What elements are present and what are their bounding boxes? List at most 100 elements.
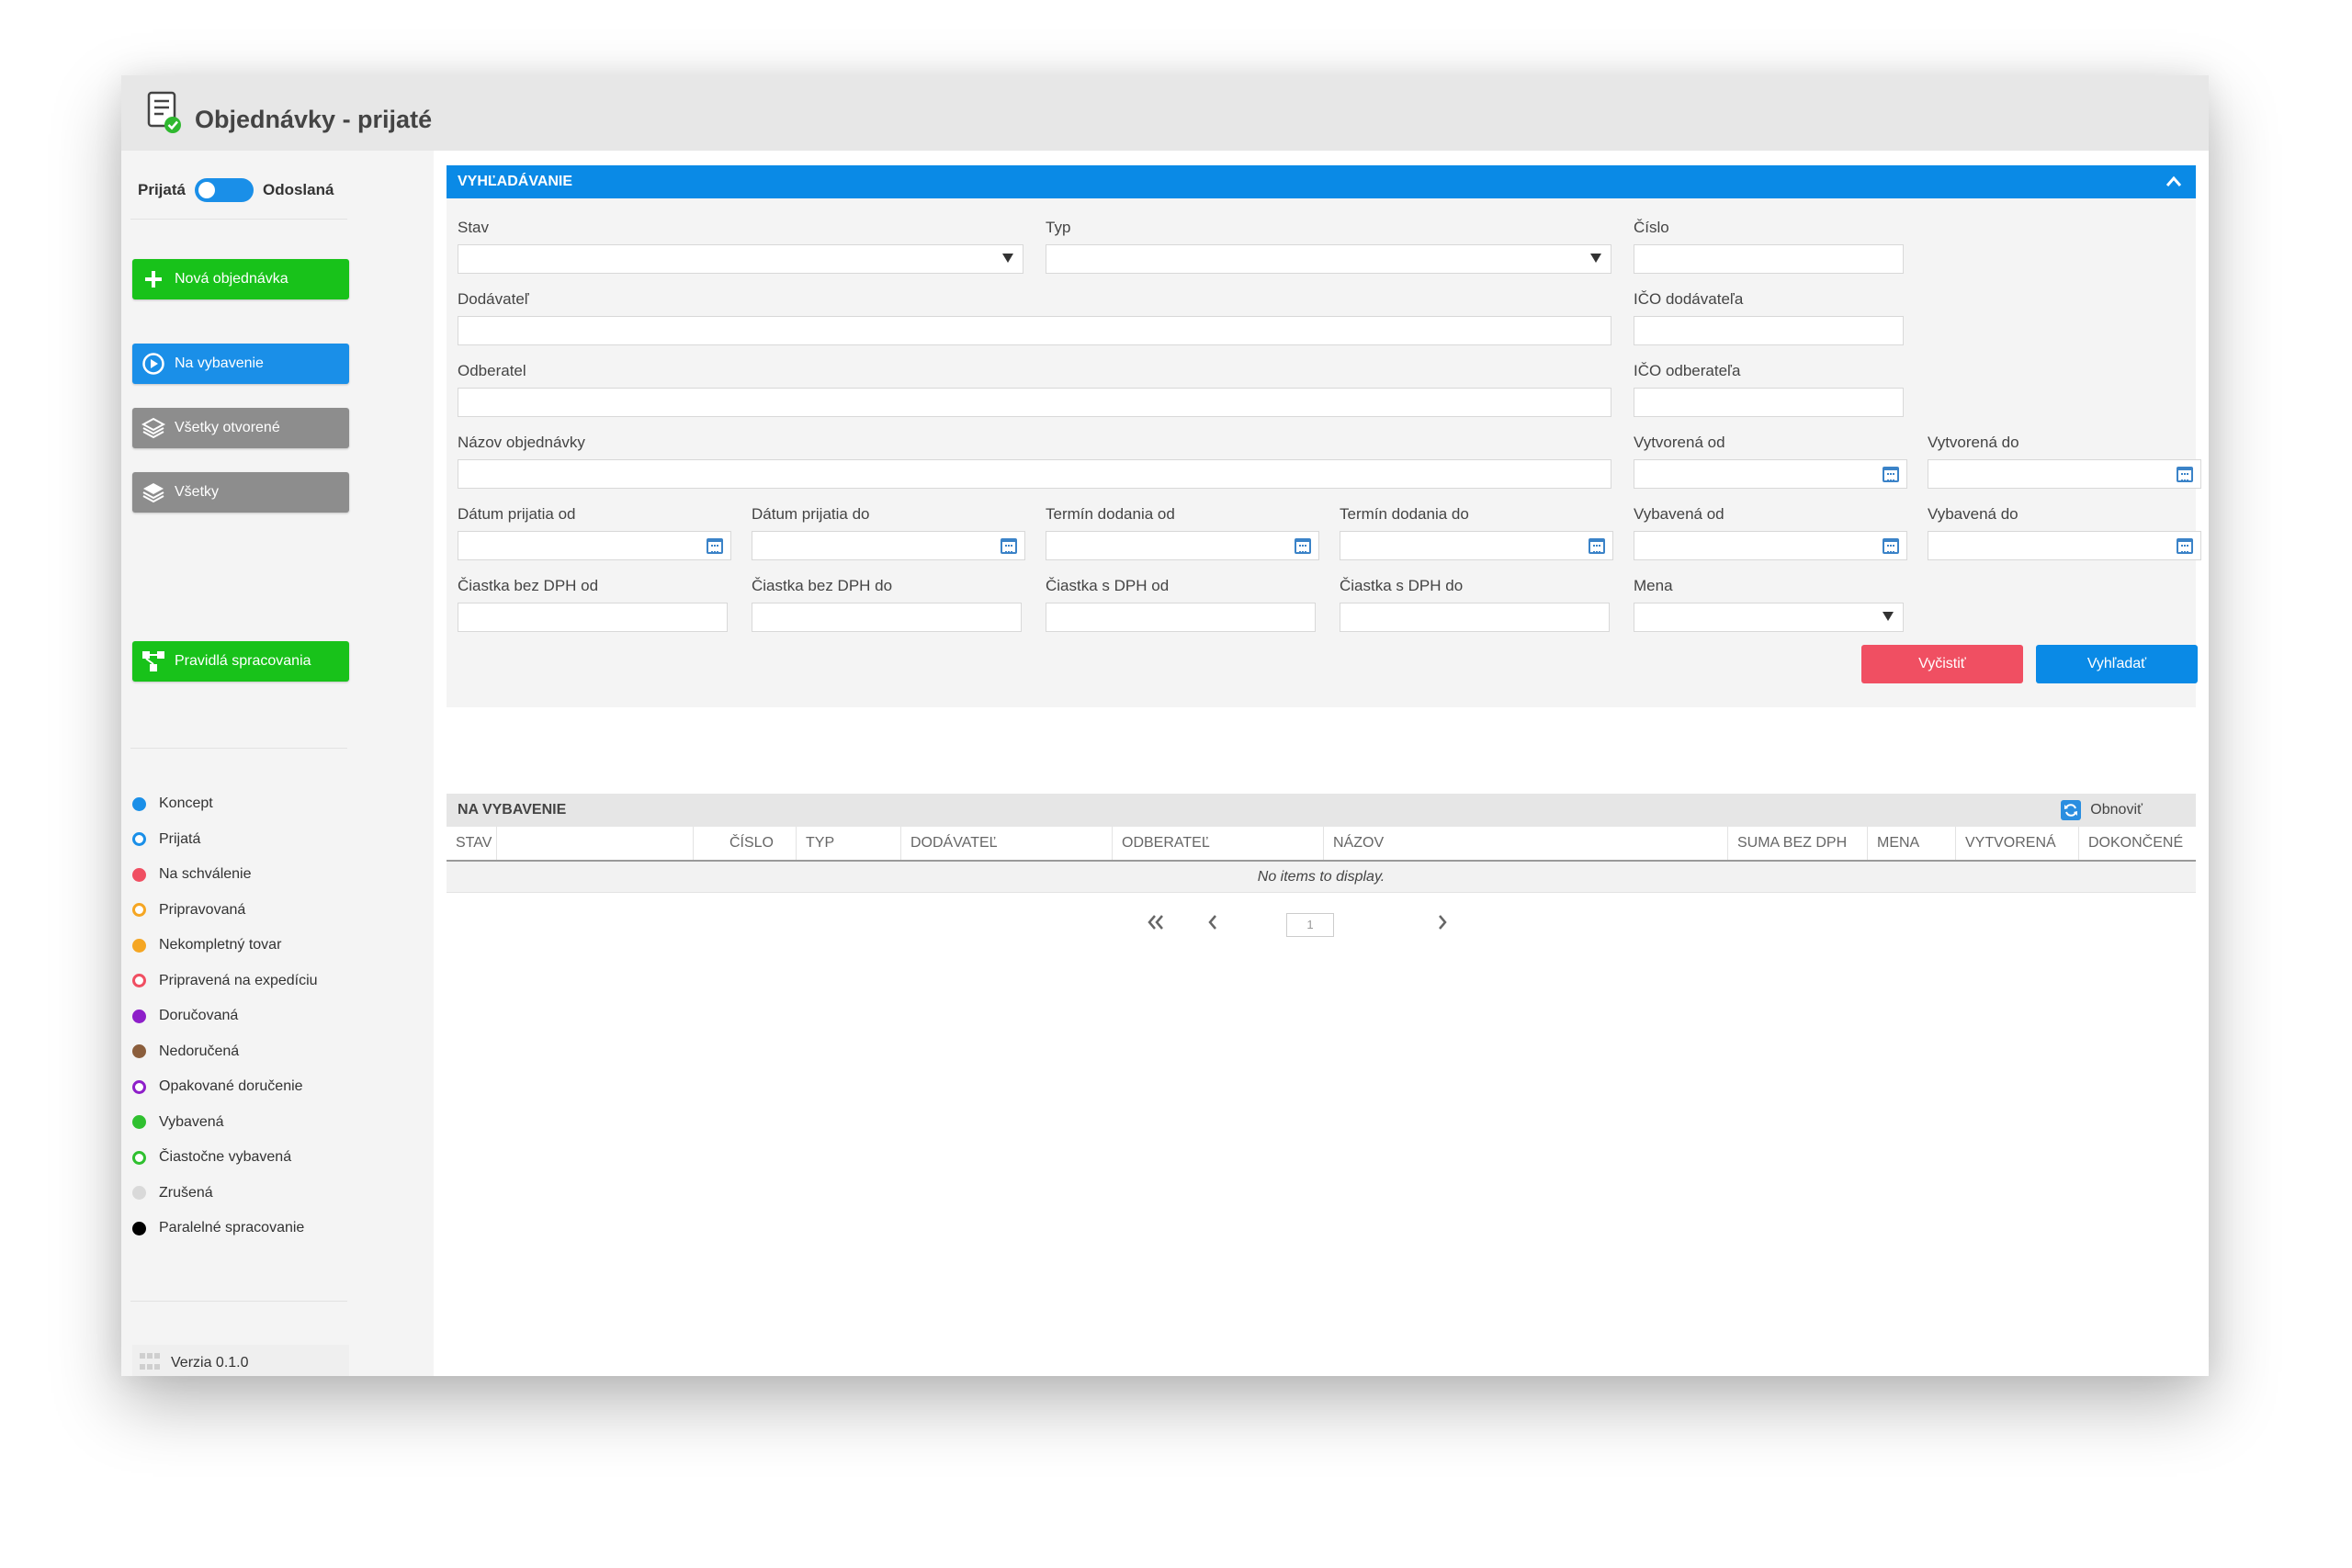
ico-dodavatela-input[interactable] — [1634, 316, 1904, 345]
ciastka-s-od-input[interactable] — [1046, 603, 1316, 632]
refresh-icon — [2061, 800, 2082, 820]
mena-select[interactable] — [1634, 603, 1904, 632]
page-number-input[interactable]: 1 — [1286, 913, 1334, 937]
ciastka-bez-do-input[interactable] — [752, 603, 1022, 632]
typ-label: Typ — [1046, 219, 1071, 236]
column-header-dodavatel[interactable]: DODÁVATEĽ — [900, 827, 1112, 860]
ciastka-bez-od-input[interactable] — [458, 603, 728, 632]
vytvorena-do-date[interactable] — [1928, 459, 2201, 489]
clear-button[interactable]: Vyčistiť — [1861, 645, 2023, 683]
typ-select[interactable] — [1046, 244, 1611, 274]
search-button[interactable]: Vyhľadať — [2036, 645, 2198, 683]
all-open-button[interactable]: Všetky otvorené — [132, 408, 349, 448]
vybavena-do-date[interactable] — [1928, 531, 2201, 560]
new-order-button[interactable]: Nová objednávka — [132, 259, 349, 299]
status-dot-icon — [132, 903, 146, 918]
ico-odberatela-input[interactable] — [1634, 388, 1904, 417]
calendar-icon[interactable] — [2177, 538, 2193, 554]
column-header-dokoncene[interactable]: DOKONČENÉ — [2078, 827, 2196, 860]
ciastka-s-do-label: Čiastka s DPH do — [1340, 577, 1464, 594]
sidebar-divider — [130, 748, 347, 749]
ciastka-bez-od-label: Čiastka bez DPH od — [458, 577, 599, 594]
legend-item: Nekompletný tovar — [132, 928, 318, 964]
calendar-icon[interactable] — [1883, 467, 1899, 482]
datum-prijatia-do-label: Dátum prijatia do — [752, 505, 870, 523]
legend-label: Vybavená — [159, 1113, 224, 1130]
cislo-input[interactable] — [1634, 244, 1904, 274]
table-header: STAV ČÍSLO TYP DODÁVATEĽ ODBERATEĽ NÁZOV… — [447, 827, 2196, 862]
legend-label: Doručovaná — [159, 1008, 239, 1024]
next-page-icon[interactable] — [1431, 911, 1453, 933]
legend-item: Čiastočne vybavená — [132, 1140, 318, 1176]
search-panel-header[interactable]: VYHĽADÁVANIE — [447, 165, 2196, 198]
processing-rules-button[interactable]: Pravidlá spracovania — [132, 641, 349, 682]
status-legend: Koncept Prijatá Na schválenie Pripravova… — [132, 786, 318, 1247]
datum-prijatia-do-date[interactable] — [752, 531, 1025, 560]
legend-item: Na schválenie — [132, 857, 318, 893]
toggle-label-received[interactable]: Prijatá — [138, 181, 186, 199]
dodavatel-input[interactable] — [458, 316, 1611, 345]
calendar-icon[interactable] — [1295, 538, 1311, 554]
calendar-icon[interactable] — [707, 538, 723, 554]
dropdown-caret-icon — [1002, 254, 1013, 263]
status-dot-icon — [132, 1079, 146, 1094]
to-process-button[interactable]: Na vybavenie — [132, 344, 349, 384]
layers-icon — [141, 416, 165, 440]
list-panel-header: NA VYBAVENIE Obnoviť — [447, 794, 2196, 827]
calendar-icon[interactable] — [1001, 538, 1017, 554]
column-header-stav[interactable]: STAV — [447, 827, 496, 860]
column-header-vytvorena[interactable]: VYTVORENÁ — [1955, 827, 2078, 860]
calendar-icon[interactable] — [1883, 538, 1899, 554]
nazov-label: Názov objednávky — [458, 434, 585, 451]
ciastka-s-do-input[interactable] — [1340, 603, 1610, 632]
status-dot-icon — [132, 1115, 146, 1130]
chevron-up-icon[interactable] — [2165, 173, 2183, 191]
vybavena-od-date[interactable] — [1634, 531, 1907, 560]
column-header-nazov[interactable]: NÁZOV — [1323, 827, 1727, 860]
ciastka-s-od-label: Čiastka s DPH od — [1046, 577, 1170, 594]
vytvorena-od-date[interactable] — [1634, 459, 1907, 489]
status-dot-icon — [132, 867, 146, 882]
legend-label: Koncept — [159, 795, 213, 812]
dropdown-caret-icon — [1590, 254, 1601, 263]
odberatel-label: Odberatel — [458, 362, 526, 379]
calendar-icon[interactable] — [2177, 467, 2193, 482]
legend-label: Opakované doručenie — [159, 1078, 303, 1095]
column-header-mena[interactable]: MENA — [1867, 827, 1955, 860]
main-content: VYHĽADÁVANIE Stav Typ Číslo Dodávateľ IČ… — [434, 151, 2209, 1376]
legend-label: Nekompletný tovar — [159, 937, 282, 953]
direction-toggle-switch[interactable] — [194, 178, 254, 202]
legend-item: Vybavená — [132, 1105, 318, 1141]
all-label: Všetky — [175, 484, 220, 500]
legend-label: Pripravovaná — [159, 901, 246, 918]
calendar-icon[interactable] — [1589, 538, 1605, 554]
previous-page-icon[interactable] — [1202, 911, 1224, 933]
dropdown-caret-icon — [1883, 612, 1894, 621]
legend-item: Nedoručená — [132, 1034, 318, 1070]
plus-icon — [141, 267, 165, 291]
nazov-input[interactable] — [458, 459, 1611, 489]
toggle-label-sent[interactable]: Odoslaná — [263, 181, 334, 199]
column-header-suma[interactable]: SUMA BEZ DPH — [1727, 827, 1867, 860]
status-dot-icon — [132, 1221, 146, 1235]
legend-label: Zrušená — [159, 1184, 213, 1201]
legend-item: Opakované doručenie — [132, 1069, 318, 1105]
refresh-button[interactable]: Obnoviť — [2061, 800, 2143, 820]
stav-select[interactable] — [458, 244, 1023, 274]
odberatel-input[interactable] — [458, 388, 1611, 417]
termin-dodania-od-date[interactable] — [1046, 531, 1319, 560]
column-header-cislo[interactable]: ČÍSLO — [693, 827, 796, 860]
column-header-odberatel[interactable]: ODBERATEĽ — [1112, 827, 1323, 860]
empty-table-row: No items to display. — [447, 862, 2196, 893]
to-process-label: Na vybavenie — [175, 355, 264, 371]
first-page-icon[interactable] — [1145, 911, 1167, 933]
legend-item: Doručovaná — [132, 998, 318, 1034]
version-info: Verzia 0.1.0 — [132, 1345, 349, 1376]
status-dot-icon — [132, 1186, 146, 1201]
termin-dodania-do-date[interactable] — [1340, 531, 1613, 560]
orders-document-icon — [145, 90, 184, 136]
sidebar-divider — [130, 1301, 347, 1302]
datum-prijatia-od-date[interactable] — [458, 531, 731, 560]
column-header-typ[interactable]: TYP — [796, 827, 900, 860]
all-button[interactable]: Všetky — [132, 472, 349, 513]
